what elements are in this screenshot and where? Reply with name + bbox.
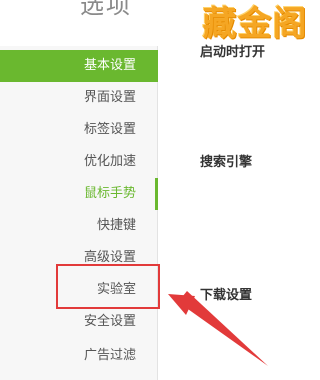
annotation-arrow-icon [168,291,268,366]
